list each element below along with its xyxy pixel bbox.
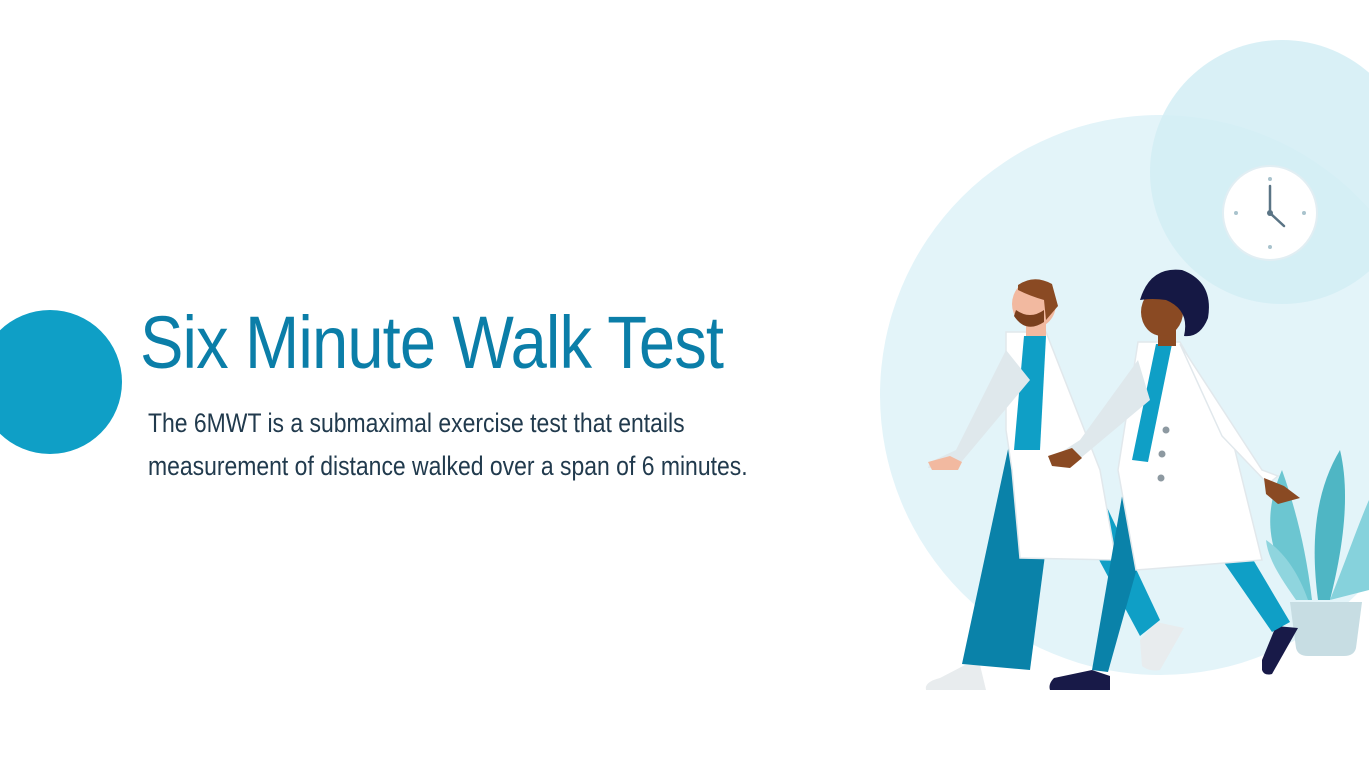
description-line-2: measurement of distance walked over a sp…: [148, 451, 748, 481]
accent-circle: [0, 310, 122, 454]
clock-icon: [1222, 165, 1318, 261]
slide-title: Six Minute Walk Test: [140, 301, 724, 384]
walking-doctors-illustration: [880, 40, 1369, 690]
description-line-1: The 6MWT is a submaximal exercise test t…: [148, 408, 685, 438]
slide-description: The 6MWT is a submaximal exercise test t…: [148, 402, 854, 488]
slide: Six Minute Walk Test The 6MWT is a subma…: [0, 0, 1369, 762]
